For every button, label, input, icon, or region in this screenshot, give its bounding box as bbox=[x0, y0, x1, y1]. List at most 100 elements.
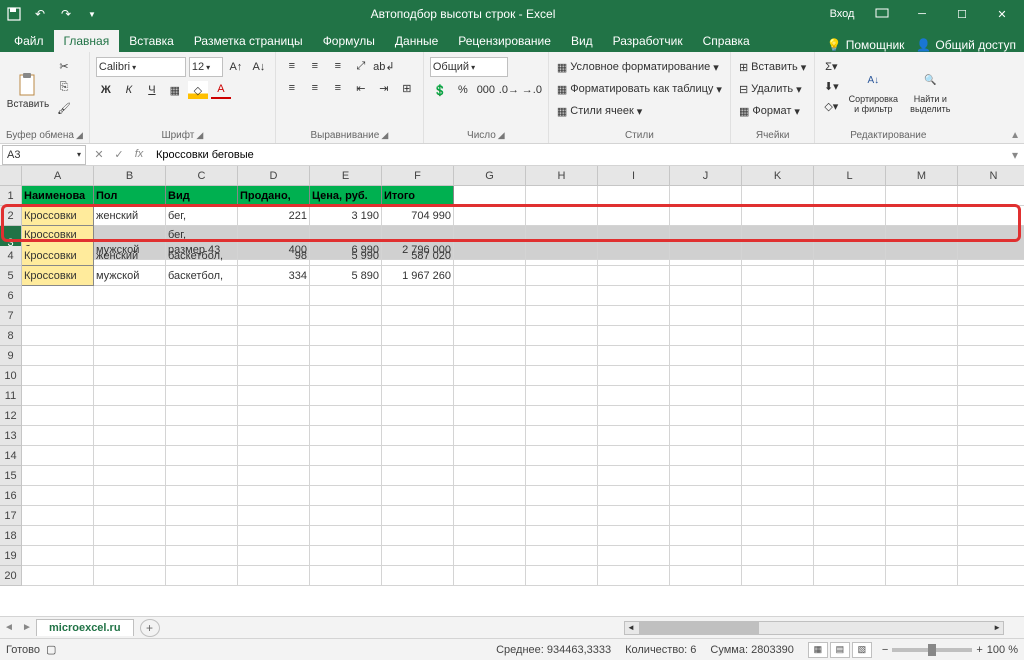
cell-C9[interactable] bbox=[166, 346, 238, 366]
cell-N15[interactable] bbox=[958, 466, 1024, 486]
cell-I20[interactable] bbox=[598, 566, 670, 586]
col-header-I[interactable]: I bbox=[598, 166, 670, 186]
cell-D18[interactable] bbox=[238, 526, 310, 546]
cell-F11[interactable] bbox=[382, 386, 454, 406]
cell-D6[interactable] bbox=[238, 286, 310, 306]
indent-inc-icon[interactable]: ⇥ bbox=[374, 79, 394, 97]
cell-I9[interactable] bbox=[598, 346, 670, 366]
tab-view[interactable]: Вид bbox=[561, 30, 603, 52]
cell-M10[interactable] bbox=[886, 366, 958, 386]
format-cells-button[interactable]: ▦ Формат ▾ bbox=[737, 101, 808, 121]
cell-J5[interactable] bbox=[670, 266, 742, 286]
cell-N9[interactable] bbox=[958, 346, 1024, 366]
cell-M18[interactable] bbox=[886, 526, 958, 546]
cell-H16[interactable] bbox=[526, 486, 598, 506]
cell-L10[interactable] bbox=[814, 366, 886, 386]
cell-M14[interactable] bbox=[886, 446, 958, 466]
cell-F9[interactable] bbox=[382, 346, 454, 366]
cell-C18[interactable] bbox=[166, 526, 238, 546]
cell-I19[interactable] bbox=[598, 546, 670, 566]
cell-N6[interactable] bbox=[958, 286, 1024, 306]
cell-H6[interactable] bbox=[526, 286, 598, 306]
align-left-icon[interactable]: ≡ bbox=[282, 79, 302, 97]
cell-E6[interactable] bbox=[310, 286, 382, 306]
select-all-corner[interactable] bbox=[0, 166, 22, 186]
cell-D14[interactable] bbox=[238, 446, 310, 466]
cell-A6[interactable] bbox=[22, 286, 94, 306]
font-size-combo[interactable]: 12▾ bbox=[189, 57, 223, 77]
cell-F5[interactable]: 1 967 260 bbox=[382, 266, 454, 286]
ribbon-options-icon[interactable] bbox=[864, 3, 900, 25]
col-header-K[interactable]: K bbox=[742, 166, 814, 186]
insert-cells-button[interactable]: ⊞ Вставить ▾ bbox=[737, 57, 808, 77]
cell-H9[interactable] bbox=[526, 346, 598, 366]
border-icon[interactable]: ▦ bbox=[165, 81, 185, 99]
delete-cells-button[interactable]: ⊟ Удалить ▾ bbox=[737, 79, 808, 99]
cell-I16[interactable] bbox=[598, 486, 670, 506]
cell-D7[interactable] bbox=[238, 306, 310, 326]
zoom-out-icon[interactable]: − bbox=[882, 644, 888, 656]
cell-D17[interactable] bbox=[238, 506, 310, 526]
cell-L9[interactable] bbox=[814, 346, 886, 366]
view-normal-icon[interactable]: ▦ bbox=[808, 642, 828, 658]
cell-L20[interactable] bbox=[814, 566, 886, 586]
cell-B9[interactable] bbox=[94, 346, 166, 366]
cell-J15[interactable] bbox=[670, 466, 742, 486]
col-header-G[interactable]: G bbox=[454, 166, 526, 186]
cell-J19[interactable] bbox=[670, 546, 742, 566]
inc-decimal-icon[interactable]: .0→ bbox=[499, 81, 519, 99]
cell-N18[interactable] bbox=[958, 526, 1024, 546]
cell-D5[interactable]: 334 bbox=[238, 266, 310, 286]
col-header-A[interactable]: A bbox=[22, 166, 94, 186]
cell-F6[interactable] bbox=[382, 286, 454, 306]
cell-A11[interactable] bbox=[22, 386, 94, 406]
font-color-icon[interactable]: A bbox=[211, 81, 231, 99]
col-header-H[interactable]: H bbox=[526, 166, 598, 186]
tab-file[interactable]: Файл bbox=[4, 30, 54, 52]
cell-E11[interactable] bbox=[310, 386, 382, 406]
cell-J17[interactable] bbox=[670, 506, 742, 526]
cell-J14[interactable] bbox=[670, 446, 742, 466]
cell-C15[interactable] bbox=[166, 466, 238, 486]
cell-I17[interactable] bbox=[598, 506, 670, 526]
cell-G10[interactable] bbox=[454, 366, 526, 386]
cell-A20[interactable] bbox=[22, 566, 94, 586]
percent-icon[interactable]: % bbox=[453, 81, 473, 99]
cell-H17[interactable] bbox=[526, 506, 598, 526]
cell-F10[interactable] bbox=[382, 366, 454, 386]
cell-D20[interactable] bbox=[238, 566, 310, 586]
cell-G5[interactable] bbox=[454, 266, 526, 286]
tab-developer[interactable]: Разработчик bbox=[603, 30, 693, 52]
cond-format-button[interactable]: ▦ Условное форматирование ▾ bbox=[555, 57, 724, 77]
cell-D15[interactable] bbox=[238, 466, 310, 486]
cell-B12[interactable] bbox=[94, 406, 166, 426]
wrap-text-icon[interactable]: ab↲ bbox=[374, 57, 394, 75]
cell-F2[interactable]: 704 990 bbox=[382, 206, 454, 226]
cell-L14[interactable] bbox=[814, 446, 886, 466]
expand-formula-icon[interactable]: ▾ bbox=[1006, 148, 1024, 162]
row-header-9[interactable]: 9 bbox=[0, 346, 22, 366]
cell-J2[interactable] bbox=[670, 206, 742, 226]
cell-J6[interactable] bbox=[670, 286, 742, 306]
row-header-8[interactable]: 8 bbox=[0, 326, 22, 346]
cell-H2[interactable] bbox=[526, 206, 598, 226]
cell-F17[interactable] bbox=[382, 506, 454, 526]
cell-H13[interactable] bbox=[526, 426, 598, 446]
cell-L19[interactable] bbox=[814, 546, 886, 566]
cell-A15[interactable] bbox=[22, 466, 94, 486]
cell-E17[interactable] bbox=[310, 506, 382, 526]
row-header-5[interactable]: 5 bbox=[0, 266, 22, 286]
cell-J9[interactable] bbox=[670, 346, 742, 366]
cell-C11[interactable] bbox=[166, 386, 238, 406]
row-header-10[interactable]: 10 bbox=[0, 366, 22, 386]
cell-M13[interactable] bbox=[886, 426, 958, 446]
italic-icon[interactable]: К bbox=[119, 81, 139, 99]
align-bottom-icon[interactable]: ≡ bbox=[328, 57, 348, 75]
cell-I7[interactable] bbox=[598, 306, 670, 326]
cell-A19[interactable] bbox=[22, 546, 94, 566]
cell-H7[interactable] bbox=[526, 306, 598, 326]
add-sheet-button[interactable]: + bbox=[140, 619, 160, 637]
cell-G8[interactable] bbox=[454, 326, 526, 346]
cell-K17[interactable] bbox=[742, 506, 814, 526]
cell-M20[interactable] bbox=[886, 566, 958, 586]
